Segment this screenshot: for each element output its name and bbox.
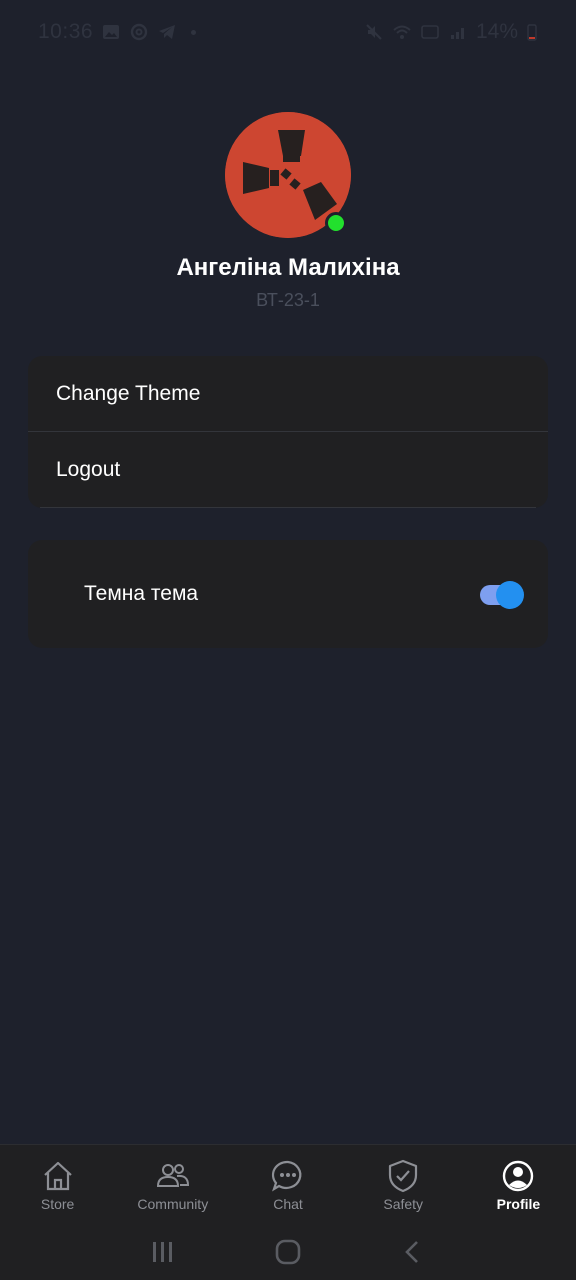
- bottom-navigation: Store Community Chat Safety Profile: [0, 1144, 576, 1224]
- nav-safety-label: Safety: [383, 1195, 424, 1212]
- logout-button[interactable]: Logout: [28, 432, 548, 508]
- profile-screen: 10:36 14% Ангеліна Малихіна ВТ-23-1 Chan…: [0, 0, 576, 1280]
- avatar-container[interactable]: [225, 112, 351, 238]
- nav-chat-label: Chat: [273, 1195, 303, 1212]
- nav-store[interactable]: Store: [0, 1145, 115, 1224]
- logout-label: Logout: [56, 458, 121, 481]
- nav-profile-label: Profile: [496, 1195, 541, 1212]
- home-circle-icon: [275, 1239, 301, 1265]
- status-time: 10:36: [38, 20, 94, 43]
- profile-menu: Change Theme Logout: [28, 356, 548, 508]
- change-theme-label: Change Theme: [56, 381, 201, 405]
- back-chevron-icon: [405, 1241, 419, 1263]
- shield-icon: [389, 1159, 418, 1192]
- status-left: 10:36: [38, 20, 197, 44]
- menu-divider: [40, 507, 536, 508]
- recent-apps-icon: [152, 1242, 172, 1262]
- back-system-button[interactable]: [398, 1237, 428, 1267]
- nav-profile[interactable]: Profile: [461, 1145, 576, 1224]
- signal-icon: [450, 28, 464, 39]
- battery-level: 14%: [475, 20, 518, 43]
- home-icon: [43, 1161, 72, 1190]
- telegram-icon: [159, 25, 176, 39]
- dark-theme-label: Темна тема: [84, 582, 199, 605]
- moon-icon: [56, 584, 66, 604]
- nav-community[interactable]: Community: [115, 1145, 230, 1224]
- dark-theme-setting: Темна тема: [28, 540, 548, 648]
- wifi-icon: [393, 25, 411, 39]
- recent-apps-button[interactable]: [148, 1237, 178, 1267]
- toggle-thumb: [496, 581, 524, 609]
- gallery-icon: [103, 25, 120, 39]
- status-bar: 10:36 14%: [0, 0, 576, 64]
- nav-store-label: Store: [40, 1195, 75, 1212]
- user-group: ВТ-23-1: [256, 290, 320, 310]
- status-right: 14%: [364, 20, 538, 44]
- nav-chat[interactable]: Chat: [230, 1145, 345, 1224]
- notification-dot-icon: [191, 29, 197, 35]
- battery-icon: [527, 24, 537, 41]
- mute-icon: [366, 24, 382, 40]
- people-icon: [156, 1163, 189, 1187]
- change-theme-button[interactable]: Change Theme: [28, 356, 548, 432]
- volte-icon: [421, 25, 439, 39]
- threads-icon: [130, 23, 148, 41]
- nav-safety[interactable]: Safety: [346, 1145, 461, 1224]
- profile-icon: [503, 1160, 534, 1191]
- system-navigation-bar: [0, 1224, 576, 1280]
- chat-icon: [271, 1160, 302, 1191]
- nav-community-label: Community: [137, 1195, 209, 1212]
- dark-theme-toggle[interactable]: [478, 581, 524, 609]
- online-status-indicator: [325, 212, 347, 234]
- user-name: Ангеліна Малихіна: [176, 254, 400, 281]
- home-system-button[interactable]: [273, 1237, 303, 1267]
